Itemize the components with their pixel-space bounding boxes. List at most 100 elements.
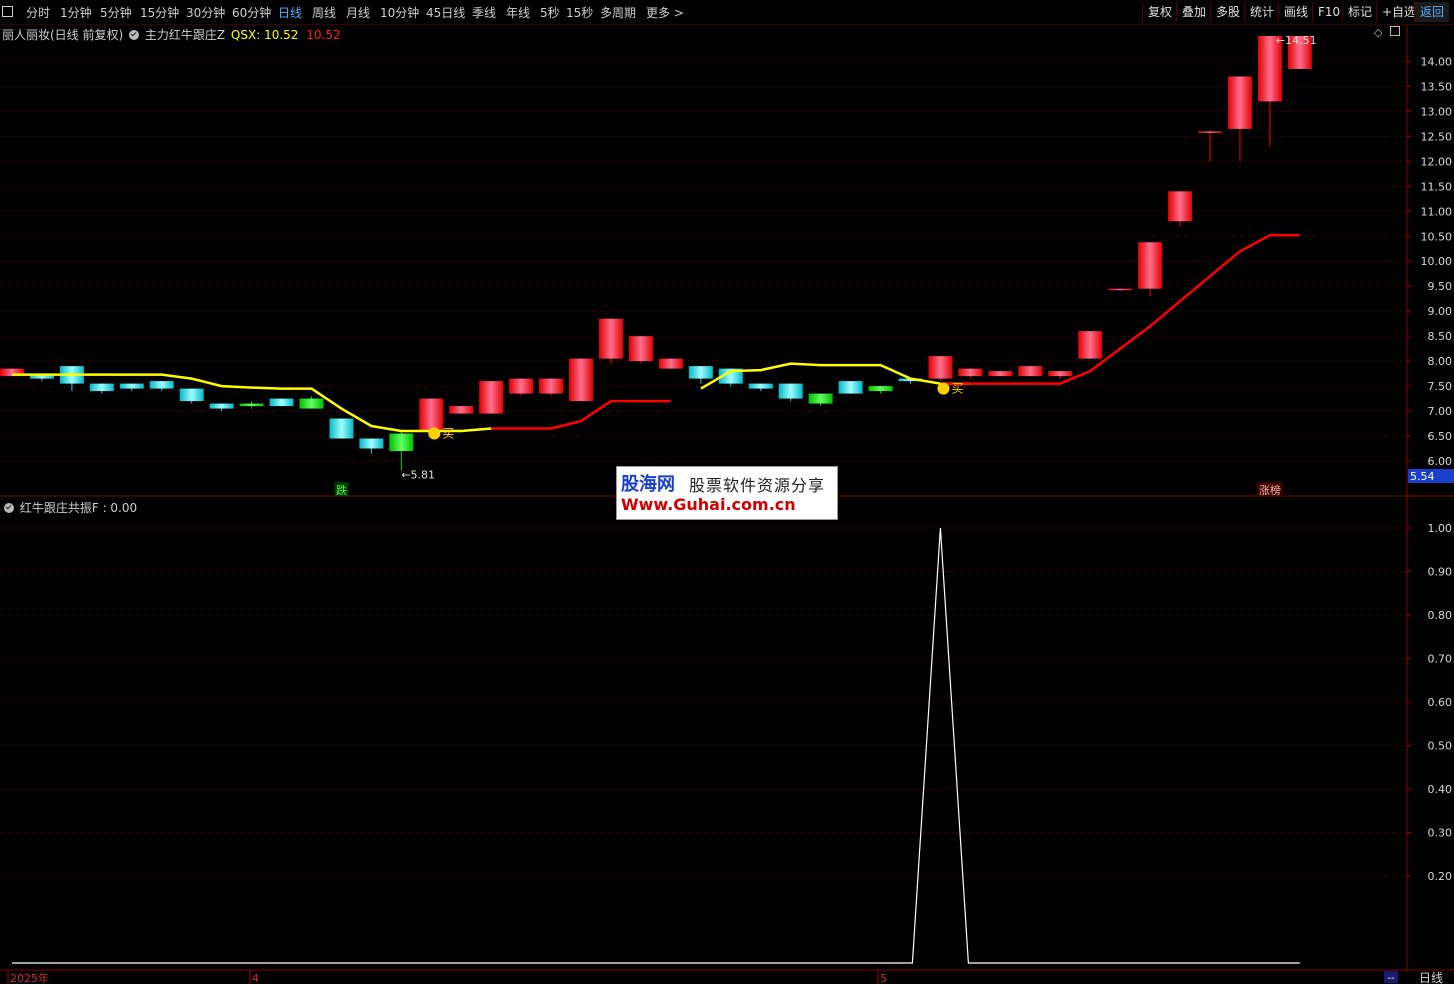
main-tick-label-9: 10.50 [1421, 230, 1453, 243]
limit-badge: 涨榜 [1259, 483, 1281, 497]
period-tab-10[interactable]: 45日线 [426, 4, 465, 21]
candle-body-35 [1048, 371, 1073, 377]
candle-body-20 [599, 318, 623, 359]
main-tick-label-0: 6.00 [1428, 455, 1453, 468]
fall-badge: 跌 [336, 483, 347, 497]
main-tick-label-11: 11.50 [1421, 180, 1453, 193]
sub-tick-label-7: 0.90 [1428, 566, 1453, 579]
main-tick-label-6: 9.00 [1428, 305, 1453, 318]
period-tab-16[interactable]: 更多 > [646, 4, 684, 21]
main-tick-label-4: 8.00 [1428, 355, 1453, 368]
watermark-logo: 股海网 [621, 474, 675, 495]
date-label-0: 2025年 [10, 971, 49, 984]
sub-tick-label-2: 0.40 [1428, 783, 1453, 796]
period-tab-7[interactable]: 周线 [312, 4, 336, 21]
sub-indicator-name[interactable]: 红牛跟庄共振F [20, 501, 99, 515]
sub-tick-label-1: 0.30 [1428, 827, 1453, 840]
period-label: 日线 [1419, 971, 1443, 984]
main-indicator-header: 丽人丽妆(日线 前复权) 主力红牛跟庄Z QSX: 10.52 10.52 [2, 26, 341, 43]
candle-body-40 [1198, 131, 1222, 133]
buy-mark-0: 买 [442, 427, 454, 441]
period-tab-4[interactable]: 30分钟 [186, 4, 225, 21]
candle-body-22 [658, 358, 683, 369]
sub-tick-label-3: 0.50 [1428, 740, 1453, 753]
toolbar-button-8[interactable]: 返回 [1414, 2, 1450, 22]
toolbar-button-1[interactable]: 叠加 [1176, 2, 1211, 22]
toolbar-button-0[interactable]: 复权 [1142, 2, 1177, 22]
candle-body-14 [419, 398, 444, 432]
window-icon[interactable] [1389, 26, 1400, 36]
main-tick-label-7: 9.50 [1428, 280, 1453, 293]
period-tab-6[interactable]: 日线 [278, 4, 302, 21]
period-tab-3[interactable]: 15分钟 [140, 4, 179, 21]
candle-body-27 [808, 393, 833, 404]
value2: 10.52 [306, 28, 341, 42]
candle-body-18 [539, 378, 564, 394]
candle-body-15 [449, 406, 474, 414]
candle-body-13 [389, 433, 414, 452]
diamond-icon[interactable]: ◇ [1374, 26, 1382, 39]
corner-label: -- [1387, 973, 1395, 984]
buy-smiley-icon-1 [937, 382, 950, 395]
period-tab-2[interactable]: 5分钟 [100, 4, 132, 21]
candle-body-21 [628, 336, 653, 362]
candle-body-4 [119, 383, 144, 389]
candle-body-11 [329, 418, 354, 439]
main-tick-label-5: 8.50 [1428, 330, 1453, 343]
period-tab-11[interactable]: 季线 [472, 4, 496, 21]
indicator-name[interactable]: 主力红牛跟庄Z [145, 28, 225, 42]
candle-body-28 [838, 381, 863, 394]
toolbar-button-3[interactable]: 统计 [1244, 2, 1279, 22]
toolbar-button-6[interactable]: 标记 [1342, 2, 1377, 22]
candle-body-23 [688, 366, 713, 379]
candle-body-41 [1227, 76, 1252, 129]
period-tab-0[interactable]: 分时 [26, 4, 50, 21]
sub-tick-label-4: 0.60 [1428, 696, 1453, 709]
toolbar-button-5[interactable]: F10 [1312, 2, 1345, 22]
main-tick-label-1: 6.50 [1428, 430, 1453, 443]
main-tick-label-15: 13.50 [1421, 80, 1453, 93]
sub-tick-label-0: 0.20 [1428, 870, 1453, 883]
date-label-2: 5 [880, 972, 887, 984]
sub-tick-label-5: 0.70 [1428, 653, 1453, 666]
period-tab-5[interactable]: 60分钟 [232, 4, 271, 21]
candle-body-34 [1018, 366, 1043, 377]
toolbar-button-2[interactable]: 多股 [1210, 2, 1245, 22]
indicator-toggle-icon[interactable] [129, 30, 140, 40]
period-tab-14[interactable]: 15秒 [566, 4, 593, 21]
main-tick-label-14: 13.00 [1421, 105, 1453, 118]
period-tab-12[interactable]: 年线 [506, 4, 530, 21]
main-tick-label-13: 12.50 [1421, 130, 1453, 143]
main-tick-label-12: 12.00 [1421, 155, 1453, 168]
candle-body-12 [359, 438, 384, 449]
candle-body-10 [299, 398, 324, 409]
toolbar-button-4[interactable]: 画线 [1278, 2, 1313, 22]
candle-body-7 [209, 403, 234, 409]
candle-body-33 [988, 371, 1013, 377]
candle-body-16 [479, 381, 504, 414]
candle-body-3 [89, 383, 114, 392]
low-label: ←5.81 [401, 468, 435, 481]
period-tab-8[interactable]: 月线 [346, 4, 370, 21]
candle-body-29 [868, 386, 893, 392]
main-tick-label-2: 7.00 [1428, 405, 1453, 418]
candle-body-31 [928, 356, 953, 379]
candle-body-6 [179, 388, 204, 402]
sub-indicator-toggle-icon[interactable] [4, 503, 14, 513]
period-tab-1[interactable]: 1分钟 [60, 4, 92, 21]
sub-tick-label-8: 1.00 [1428, 522, 1453, 535]
watermark-url: Www.Guhai.com.cn [621, 495, 796, 514]
candle-body-39 [1168, 191, 1193, 222]
buy-mark-1: 买 [951, 382, 963, 396]
candle-body-17 [509, 378, 534, 394]
main-tick-label-8: 10.00 [1421, 255, 1453, 268]
period-tab-15[interactable]: 多周期 [600, 4, 636, 21]
period-tab-9[interactable]: 10分钟 [380, 4, 419, 21]
high-label: ←14.51 [1276, 34, 1317, 47]
candle-body-36 [1078, 331, 1103, 359]
qsx-value: 10.52 [264, 28, 299, 42]
candle-body-26 [778, 383, 803, 399]
main-tick-label-3: 7.50 [1428, 380, 1453, 393]
window-toggle-icon[interactable] [2, 6, 13, 17]
period-tab-13[interactable]: 5秒 [540, 4, 560, 21]
